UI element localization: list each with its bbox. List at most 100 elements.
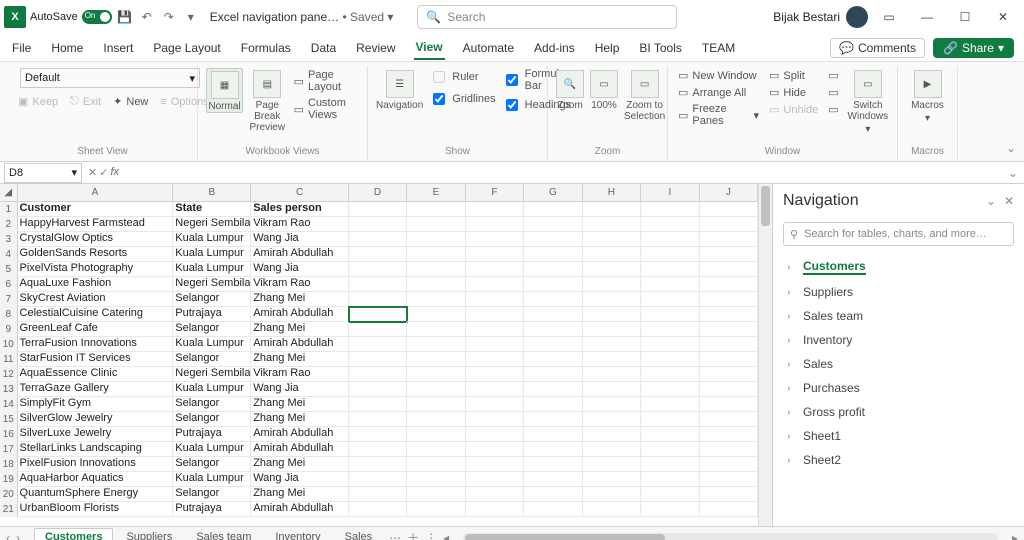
cell[interactable]: SilverGlow Jewelry [18,412,174,427]
cell[interactable] [641,322,699,337]
cell[interactable] [349,337,407,352]
cell[interactable] [524,427,582,442]
col-header-A[interactable]: A [18,184,174,201]
cell[interactable] [700,412,758,427]
cell[interactable] [700,442,758,457]
cell[interactable] [524,502,582,517]
col-header-D[interactable]: D [349,184,407,201]
cell[interactable] [583,247,641,262]
page-layout-button[interactable]: ▭ Page Layout [292,68,359,94]
cell[interactable] [466,457,524,472]
cell[interactable]: Selangor [173,397,251,412]
cell[interactable] [583,232,641,247]
cell[interactable]: Vikram Rao [251,217,348,232]
nav-item-sales-team[interactable]: ›Sales team [773,304,1024,328]
cell[interactable] [349,202,407,217]
cell[interactable] [466,397,524,412]
cell[interactable]: StarFusion IT Services [18,352,174,367]
row-header[interactable]: 17 [0,442,18,457]
switch-windows-button[interactable]: ▭Switch Windows ▾ [847,68,889,135]
cell[interactable] [524,352,582,367]
cell[interactable] [641,502,699,517]
cell[interactable] [349,397,407,412]
cell[interactable]: Customer [18,202,174,217]
cell[interactable] [466,202,524,217]
cell[interactable] [349,427,407,442]
row-header[interactable]: 21 [0,502,18,517]
cell[interactable] [583,412,641,427]
cell[interactable]: Selangor [173,457,251,472]
tab-help[interactable]: Help [593,37,622,59]
cell[interactable]: Vikram Rao [251,277,348,292]
row-header[interactable]: 6 [0,277,18,292]
cell[interactable] [583,277,641,292]
cell[interactable]: Negeri Sembilan [173,217,251,232]
gridlines-check[interactable]: Gridlines [429,90,495,108]
name-box[interactable]: D8▾ [4,163,82,183]
cell[interactable] [349,382,407,397]
cell[interactable] [641,217,699,232]
cell[interactable] [349,412,407,427]
nav-item-gross-profit[interactable]: ›Gross profit [773,400,1024,424]
cell[interactable] [700,232,758,247]
row-header[interactable]: 11 [0,352,18,367]
cell[interactable]: TerraFusion Innovations [18,337,174,352]
cell[interactable] [641,472,699,487]
navigation-button[interactable]: ☰Navigation [376,68,423,111]
cell[interactable] [466,337,524,352]
cell[interactable]: SkyCrest Aviation [18,292,174,307]
cell[interactable] [700,277,758,292]
enter-formula-icon[interactable]: ✓ [99,166,108,179]
maximize-icon[interactable]: ☐ [948,4,982,30]
cell[interactable] [641,307,699,322]
sheet-nav-prev-icon[interactable]: ‹ [6,531,10,540]
cell[interactable] [700,487,758,502]
cell[interactable] [349,247,407,262]
cell[interactable] [700,292,758,307]
nav-item-sheet2[interactable]: ›Sheet2 [773,448,1024,472]
cell[interactable] [524,472,582,487]
cell[interactable] [583,382,641,397]
cell[interactable] [349,232,407,247]
sheet-tab-inventory[interactable]: Inventory [264,528,331,540]
cell[interactable] [583,367,641,382]
cell[interactable]: AquaEssence Clinic [18,367,174,382]
row-header[interactable]: 1 [0,202,18,217]
row-header[interactable]: 14 [0,397,18,412]
cell[interactable] [583,292,641,307]
cell[interactable] [466,502,524,517]
cell[interactable]: Selangor [173,352,251,367]
col-header-J[interactable]: J [700,184,758,201]
cell[interactable] [583,352,641,367]
autosave-toggle[interactable] [82,10,112,24]
row-header[interactable]: 5 [0,262,18,277]
cell[interactable]: Putrajaya [173,427,251,442]
sheet-tab-sales-team[interactable]: Sales team [185,528,262,540]
formula-bar[interactable] [125,163,1002,183]
cell[interactable] [466,472,524,487]
cell[interactable] [641,337,699,352]
cell[interactable] [407,247,465,262]
cell[interactable] [524,412,582,427]
tab-insert[interactable]: Insert [101,37,135,59]
cell[interactable]: UrbanBloom Florists [18,502,174,517]
cell[interactable] [524,232,582,247]
row-header[interactable]: 19 [0,472,18,487]
cell[interactable] [407,322,465,337]
cell[interactable]: Amirah Abdullah [251,442,348,457]
cell[interactable] [466,247,524,262]
cell[interactable] [407,202,465,217]
cell[interactable] [583,427,641,442]
custom-views-button[interactable]: ▭ Custom Views [292,96,359,122]
cell[interactable] [349,217,407,232]
cell[interactable] [700,217,758,232]
cell[interactable] [407,502,465,517]
nav-item-sheet1[interactable]: ›Sheet1 [773,424,1024,448]
cell[interactable]: Vikram Rao [251,367,348,382]
nav-item-sales[interactable]: ›Sales [773,352,1024,376]
cell[interactable]: Negeri Sembilan [173,277,251,292]
cell[interactable] [407,457,465,472]
cell[interactable]: PixelVista Photography [18,262,174,277]
cell[interactable]: Wang Jia [251,382,348,397]
cell[interactable] [466,382,524,397]
